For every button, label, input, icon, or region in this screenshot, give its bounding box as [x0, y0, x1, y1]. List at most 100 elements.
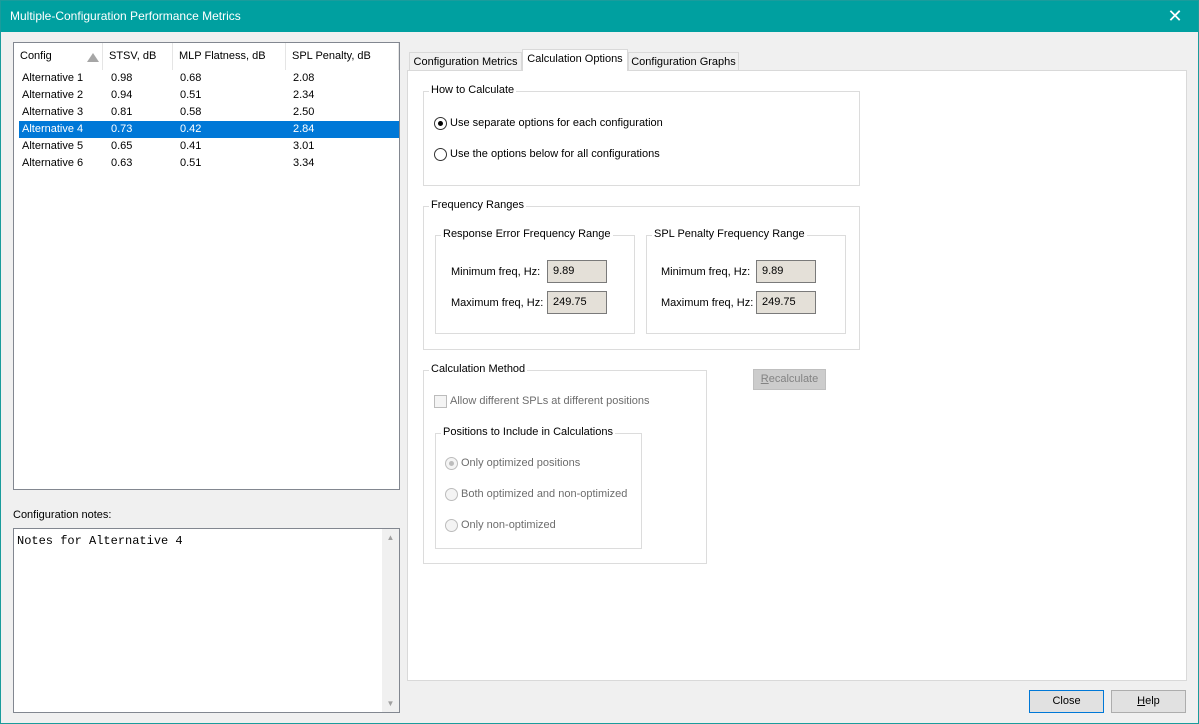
title-bar: Multiple-Configuration Performance Metri…	[1, 1, 1198, 32]
tab-configuration-metrics[interactable]: Configuration Metrics	[409, 52, 522, 72]
column-header-label: MLP Flatness, dB	[179, 50, 266, 62]
column-header-label: STSV, dB	[109, 50, 157, 62]
radio-label: Use the options below for all configurat…	[450, 148, 660, 160]
config-list[interactable]: Config STSV, dB MLP Flatness, dB SPL Pen…	[13, 42, 400, 490]
list-row[interactable]: Alternative 2 0.94 0.51 2.34	[19, 87, 399, 104]
response-error-max-freq-field[interactable]: 249.75	[547, 291, 607, 314]
cell-mlp: 0.51	[180, 89, 202, 101]
tab-label: Configuration Metrics	[413, 56, 518, 68]
button-label: elp	[1145, 695, 1160, 707]
group-label: Positions to Include in Calculations	[441, 426, 615, 438]
window-title: Multiple-Configuration Performance Metri…	[10, 9, 241, 23]
cell-stsv: 0.81	[111, 106, 133, 118]
sort-ascending-icon	[87, 53, 99, 62]
group-label: How to Calculate	[429, 84, 517, 96]
notes-scrollbar[interactable]: ▲ ▼	[382, 529, 399, 712]
list-header: Config STSV, dB MLP Flatness, dB SPL Pen…	[14, 43, 399, 70]
close-button[interactable]: Close	[1029, 690, 1104, 713]
dialog-window: Multiple-Configuration Performance Metri…	[0, 0, 1199, 724]
cell-config: Alternative 2	[22, 89, 84, 101]
mnemonic-char: H	[1137, 695, 1146, 707]
cell-config: Alternative 6	[22, 157, 84, 169]
positions-group: Positions to Include in Calculations Onl…	[435, 426, 642, 549]
list-row[interactable]: Alternative 6 0.63 0.51 3.34	[19, 155, 399, 172]
tab-label: Calculation Options	[527, 53, 623, 65]
checkbox-unchecked-icon	[434, 395, 447, 408]
max-freq-label: Maximum freq, Hz:	[451, 297, 544, 309]
cell-spl: 2.84	[293, 123, 315, 135]
radio-separate-options[interactable]: Use separate options for each configurat…	[434, 116, 754, 132]
radio-label: Only optimized positions	[461, 457, 581, 469]
group-label: Calculation Method	[429, 363, 528, 375]
radio-options-for-all[interactable]: Use the options below for all configurat…	[434, 147, 754, 163]
column-header-mlp[interactable]: MLP Flatness, dB	[173, 43, 286, 70]
cell-config: Alternative 3	[22, 106, 84, 118]
list-row-selected[interactable]: Alternative 4 0.73 0.42 2.84	[19, 121, 399, 138]
cell-config: Alternative 5	[22, 140, 84, 152]
cell-spl: 2.34	[293, 89, 315, 101]
min-freq-label: Minimum freq, Hz:	[661, 266, 751, 278]
help-button[interactable]: Help	[1111, 690, 1186, 713]
min-freq-label: Minimum freq, Hz:	[451, 266, 541, 278]
cell-spl: 3.01	[293, 140, 315, 152]
column-header-label: SPL Penalty, dB	[292, 50, 371, 62]
radio-only-optimized[interactable]: Only optimized positions	[445, 456, 635, 472]
tab-label: Configuration Graphs	[631, 56, 736, 68]
radio-both-positions[interactable]: Both optimized and non-optimized	[445, 487, 635, 503]
calculation-method-group: Calculation Method Allow different SPLs …	[423, 363, 707, 564]
cell-spl: 3.34	[293, 157, 315, 169]
notes-label: Configuration notes:	[13, 509, 112, 521]
radio-label: Use separate options for each configurat…	[450, 117, 663, 129]
cell-mlp: 0.51	[180, 157, 202, 169]
max-freq-label: Maximum freq, Hz:	[661, 297, 754, 309]
column-header-stsv[interactable]: STSV, dB	[103, 43, 173, 70]
cell-mlp: 0.41	[180, 140, 202, 152]
tab-calculation-options[interactable]: Calculation Options	[522, 49, 628, 71]
cell-stsv: 0.98	[111, 72, 133, 84]
allow-different-spls-checkbox[interactable]: Allow different SPLs at different positi…	[434, 394, 694, 410]
list-row[interactable]: Alternative 3 0.81 0.58 2.50	[19, 104, 399, 121]
cell-mlp: 0.58	[180, 106, 202, 118]
scroll-up-icon[interactable]: ▲	[382, 529, 399, 546]
recalculate-button[interactable]: Recalculate	[753, 369, 826, 390]
checkbox-label: Allow different SPLs at different positi…	[450, 395, 650, 407]
button-label: ecalculate	[768, 373, 819, 385]
frequency-ranges-group: Frequency Ranges Response Error Frequenc…	[423, 199, 860, 350]
column-header-spl[interactable]: SPL Penalty, dB	[286, 43, 399, 70]
cell-mlp: 0.68	[180, 72, 202, 84]
button-label: Close	[1052, 695, 1081, 707]
radio-unchecked-icon	[445, 488, 458, 501]
tab-configuration-graphs[interactable]: Configuration Graphs	[628, 52, 739, 72]
response-error-range-group: Response Error Frequency Range Minimum f…	[435, 228, 635, 334]
column-header-label: Config	[20, 50, 52, 62]
cell-spl: 2.50	[293, 106, 315, 118]
cell-stsv: 0.65	[111, 140, 133, 152]
list-row[interactable]: Alternative 1 0.98 0.68 2.08	[19, 70, 399, 87]
group-label: Response Error Frequency Range	[441, 228, 613, 240]
cell-stsv: 0.73	[111, 123, 133, 135]
notes-text[interactable]: Notes for Alternative 4	[17, 534, 183, 548]
close-window-icon[interactable]: ✕	[1152, 1, 1198, 32]
scroll-down-icon[interactable]: ▼	[382, 695, 399, 712]
radio-checked-icon	[445, 457, 458, 470]
response-error-min-freq-field[interactable]: 9.89	[547, 260, 607, 283]
how-to-calculate-group: How to Calculate Use separate options fo…	[423, 84, 860, 186]
notes-textarea[interactable]: Notes for Alternative 4 ▲ ▼	[13, 528, 400, 713]
spl-penalty-min-freq-field[interactable]: 9.89	[756, 260, 816, 283]
cell-stsv: 0.94	[111, 89, 133, 101]
spl-penalty-max-freq-field[interactable]: 249.75	[756, 291, 816, 314]
radio-checked-icon	[434, 117, 447, 130]
cell-spl: 2.08	[293, 72, 315, 84]
group-label: Frequency Ranges	[429, 199, 526, 211]
radio-label: Only non-optimized	[461, 519, 556, 531]
cell-config: Alternative 1	[22, 72, 84, 84]
cell-mlp: 0.42	[180, 123, 202, 135]
spl-penalty-range-group: SPL Penalty Frequency Range Minimum freq…	[646, 228, 846, 334]
cell-config: Alternative 4	[22, 123, 84, 135]
radio-unchecked-icon	[445, 519, 458, 532]
group-label: SPL Penalty Frequency Range	[652, 228, 807, 240]
list-row[interactable]: Alternative 5 0.65 0.41 3.01	[19, 138, 399, 155]
radio-only-non-optimized[interactable]: Only non-optimized	[445, 518, 635, 534]
calculation-options-panel: How to Calculate Use separate options fo…	[407, 70, 1187, 681]
radio-label: Both optimized and non-optimized	[461, 488, 628, 500]
